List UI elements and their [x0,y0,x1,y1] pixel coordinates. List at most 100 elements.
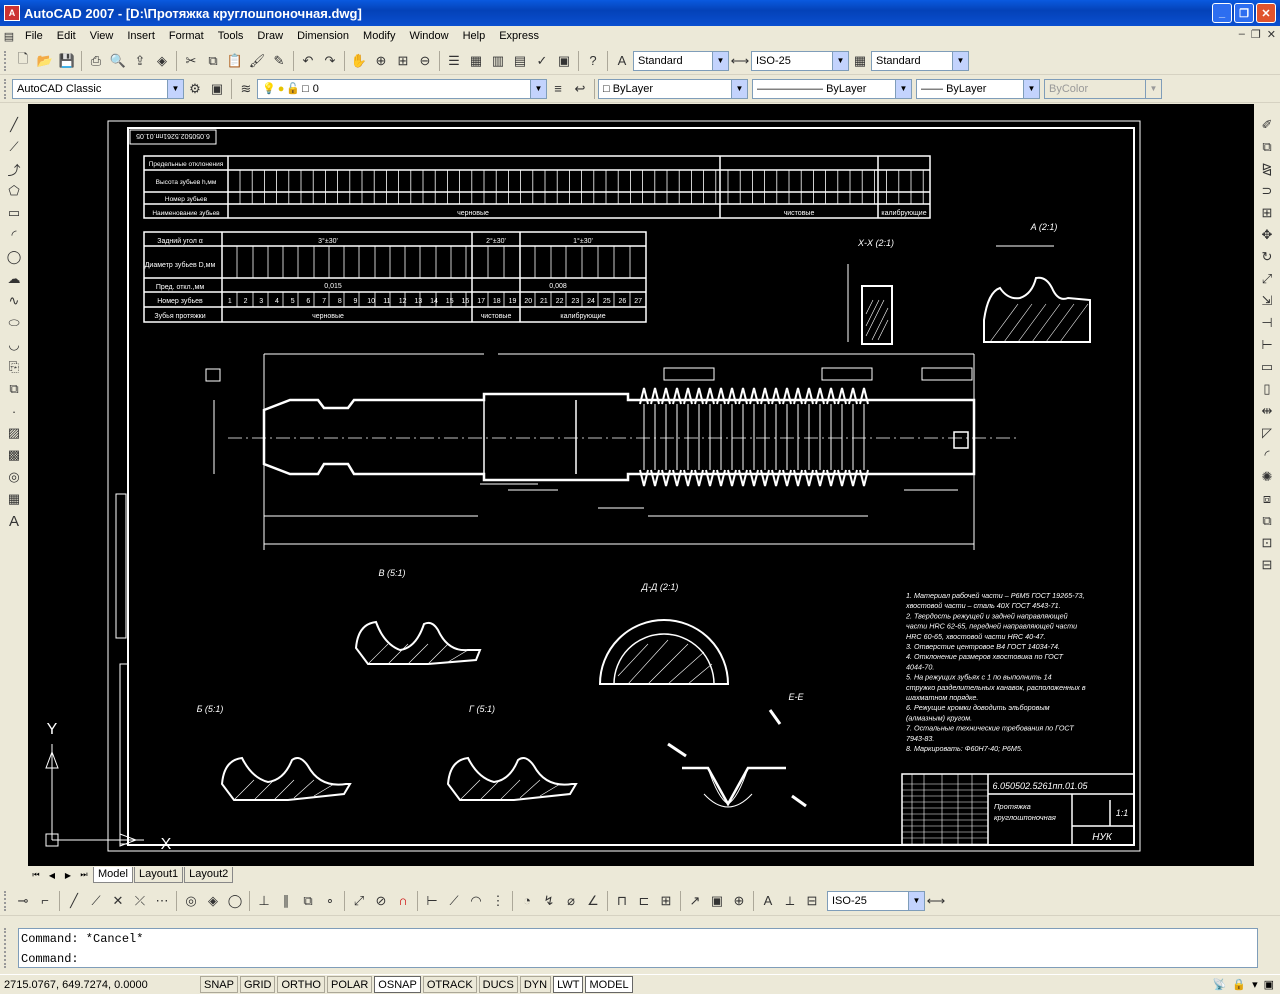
point-icon[interactable]: · [3,400,25,422]
publish-icon[interactable]: ⇪ [129,50,151,72]
offset-icon[interactable]: ⊃ [1256,180,1278,202]
construction-line-icon[interactable]: ⟋ [3,136,25,158]
send-under-icon[interactable]: ⊟ [1256,554,1278,576]
gradient-icon[interactable]: ▩ [3,444,25,466]
plot-preview-icon[interactable]: 🔍 [107,50,129,72]
rectangle-icon[interactable]: ▭ [3,202,25,224]
dim-update-icon[interactable]: ⊟ [801,890,823,912]
circle-icon[interactable]: ◯ [3,246,25,268]
properties-icon[interactable]: ☰ [443,50,465,72]
move-icon[interactable]: ✥ [1256,224,1278,246]
dim-aligned-icon[interactable]: ⟋ [443,890,465,912]
dim-style-select[interactable]: ISO-25 ▼ [751,50,849,71]
center-mark-icon[interactable]: ⊕ [728,890,750,912]
close-button[interactable]: ✕ [1256,3,1276,23]
bring-above-icon[interactable]: ⊡ [1256,532,1278,554]
color-select[interactable]: □ ByLayer ▼ [598,78,748,99]
calculator-icon[interactable]: ▣ [553,50,575,72]
3d-dwf-icon[interactable]: ◈ [151,50,173,72]
toolbar-grip[interactable] [4,78,8,99]
toolbar-grip[interactable] [4,50,8,71]
document-icon[interactable]: ▤ [0,25,18,47]
clean-screen-icon[interactable]: ▣ [1264,978,1274,991]
last-tab-icon[interactable]: ⏭ [76,867,92,883]
menu-draw[interactable]: Draw [250,30,290,42]
table-style-icon[interactable]: ▦ [849,50,871,72]
polygon-icon[interactable]: ⬠ [3,180,25,202]
doc-minimize-button[interactable]: – [1239,28,1245,41]
autocad-logo-icon[interactable]: A [4,5,20,21]
command-box[interactable]: Command: *Cancel* Command: [18,928,1258,968]
dim-continue-icon[interactable]: ⊞ [655,890,677,912]
dim-style-icon[interactable]: ⟷ [729,50,751,72]
hatch-icon[interactable]: ▨ [3,422,25,444]
dim-toolbar-style-select[interactable]: ISO-25 ▼ [827,890,925,911]
extend-icon[interactable]: ⊢ [1256,334,1278,356]
menu-edit[interactable]: Edit [50,30,83,42]
trim-icon[interactable]: ⊣ [1256,312,1278,334]
next-tab-icon[interactable]: ▶ [60,867,76,883]
explode-icon[interactable]: ✺ [1256,466,1278,488]
snap-endpoint-icon[interactable]: ╱ [63,890,85,912]
pan-icon[interactable]: ✋ [348,50,370,72]
dim-angular-icon[interactable]: ∠ [582,890,604,912]
toggle-model[interactable]: MODEL [585,976,633,993]
menu-insert[interactable]: Insert [120,30,162,42]
toggle-osnap[interactable]: OSNAP [374,976,421,993]
temp-track-icon[interactable]: ⊸ [12,890,34,912]
menu-window[interactable]: Window [402,30,455,42]
dim-diameter-icon[interactable]: ⌀ [560,890,582,912]
workspace-select[interactable]: AutoCAD Classic ▼ [12,78,184,99]
toggle-lwt[interactable]: LWT [553,976,584,993]
maximize-button[interactable]: ❐ [1234,3,1254,23]
text-style-icon[interactable]: A [611,50,633,72]
first-tab-icon[interactable]: ⏮ [28,867,44,883]
table-style-select[interactable]: Standard ▼ [871,50,969,71]
open-icon[interactable]: 📂 [34,50,56,72]
toolbar-grip[interactable] [4,890,8,911]
dim-jogged-icon[interactable]: ↯ [538,890,560,912]
line-icon[interactable]: ╱ [3,114,25,136]
snap-center-icon[interactable]: ◎ [180,890,202,912]
snap-none-icon[interactable]: ⊘ [370,890,392,912]
draw-order-back-icon[interactable]: ⧉ [1256,510,1278,532]
tray-settings-icon[interactable]: ▾ [1252,978,1258,991]
make-block-icon[interactable]: ⧉ [3,378,25,400]
snap-nearest-icon[interactable]: ⤢ [348,890,370,912]
revision-cloud-icon[interactable]: ☁ [3,268,25,290]
undo-icon[interactable]: ↶ [297,50,319,72]
snap-tangent-icon[interactable]: ◯ [224,890,246,912]
quick-dim-icon[interactable]: ⊓ [611,890,633,912]
dim-style-manager-icon[interactable]: ⟷ [925,890,947,912]
break-at-point-icon[interactable]: ▭ [1256,356,1278,378]
communication-center-icon[interactable]: 📡 [1213,978,1227,991]
lock-toolbar-icon[interactable]: 🔒 [1232,978,1246,991]
copy-object-icon[interactable]: ⧉ [1256,136,1278,158]
snap-extension-icon[interactable]: ⋯ [151,890,173,912]
region-icon[interactable]: ◎ [3,466,25,488]
help-icon[interactable]: ? [582,50,604,72]
toggle-grid[interactable]: GRID [239,976,276,993]
sheet-set-icon[interactable]: ▤ [509,50,531,72]
menu-format[interactable]: Format [162,30,211,42]
zoom-previous-icon[interactable]: ⊖ [414,50,436,72]
workspace-save-icon[interactable]: ▣ [206,78,228,100]
dim-linear-icon[interactable]: ⊢ [421,890,443,912]
plot-icon[interactable]: ⎙ [85,50,107,72]
snap-insert-icon[interactable]: ⧉ [297,890,319,912]
drawing-canvas[interactable]: 6.050502.5261пп.01.05 Предельные отклоне… [28,104,1254,866]
dim-radius-icon[interactable]: ◔ [516,890,538,912]
toggle-ducs[interactable]: DUCS [478,976,518,993]
copy-icon[interactable]: ⧉ [202,50,224,72]
command-grip[interactable] [4,928,14,968]
dim-baseline-icon[interactable]: ⊏ [633,890,655,912]
linetype-select[interactable]: —————— ByLayer ▼ [752,78,912,99]
snap-from-icon[interactable]: ⌐ [34,890,56,912]
snap-apparent-icon[interactable]: ⤫ [129,890,151,912]
command-prompt[interactable]: Command: [19,949,1257,969]
snap-parallel-icon[interactable]: ∥ [275,890,297,912]
fillet-icon[interactable]: ◜ [1256,444,1278,466]
redo-icon[interactable]: ↷ [319,50,341,72]
quick-leader-icon[interactable]: ↗ [684,890,706,912]
tolerance-icon[interactable]: ▣ [706,890,728,912]
